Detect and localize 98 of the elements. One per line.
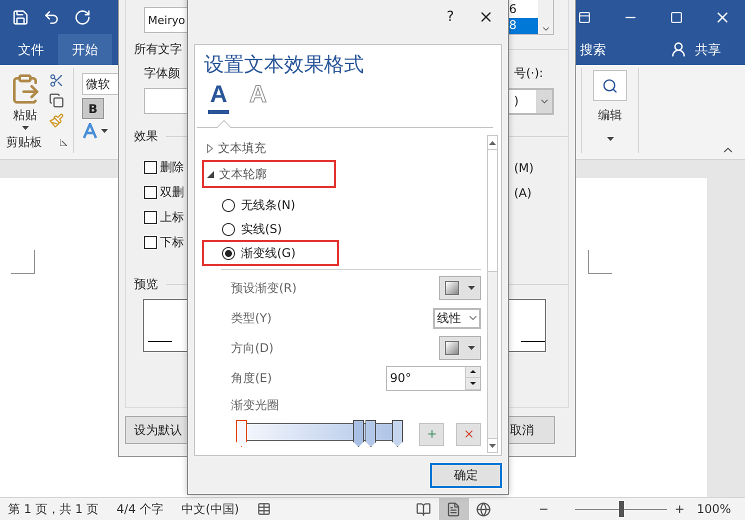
ok-button[interactable]: 确定	[430, 462, 502, 488]
checkbox-label: 删除	[160, 159, 184, 176]
type-select[interactable]: 线性	[433, 308, 481, 328]
paste-button[interactable]: 粘贴	[13, 107, 37, 124]
maximize-icon[interactable]	[670, 10, 682, 24]
baseline-mark	[148, 341, 172, 342]
zoom-percent[interactable]: 100%	[696, 502, 731, 516]
gradient-bar[interactable]	[235, 420, 403, 448]
spin-down-button[interactable]	[466, 378, 480, 390]
ribbon-display-icon[interactable]	[578, 10, 590, 24]
search-hint[interactable]: 搜索	[580, 40, 606, 58]
text-effects-icon[interactable]	[82, 123, 98, 139]
redo-icon[interactable]	[74, 8, 91, 26]
gradient-dropdown-button[interactable]	[439, 336, 481, 360]
radio-button[interactable]	[222, 222, 235, 236]
gradient-stop[interactable]	[365, 420, 376, 447]
remove-stop-button[interactable]	[456, 422, 481, 446]
property-label: 角度(E)	[231, 370, 272, 386]
scroll-up-button[interactable]	[488, 136, 497, 150]
ribbon-tab[interactable]: 开始	[58, 34, 112, 65]
zoom-slider[interactable]	[574, 501, 667, 517]
add-stop-button[interactable]	[419, 422, 444, 446]
section-label: 效果	[134, 128, 158, 144]
radio-button[interactable]	[222, 198, 235, 212]
baseline-mark	[521, 341, 545, 342]
scroll-down-button[interactable]	[488, 438, 497, 452]
checkbox[interactable]	[144, 161, 157, 174]
property-label: 类型(Y)	[231, 310, 272, 326]
radio-button[interactable]	[222, 246, 235, 260]
radio-option[interactable]: 无线条(N)	[203, 193, 338, 217]
editing-label[interactable]: 编辑	[598, 107, 622, 124]
web-layout-icon	[476, 502, 492, 516]
expanded-triangle-icon	[207, 170, 214, 178]
gradient-stop[interactable]	[236, 420, 247, 447]
view-button[interactable]	[438, 498, 469, 520]
field-label: 字体颜	[144, 64, 180, 82]
gradient-dropdown-button[interactable]	[439, 276, 481, 300]
pane-title: 设置文本效果格式	[203, 51, 365, 78]
macro-icon[interactable]	[257, 502, 272, 516]
zoom-slider-thumb[interactable]	[618, 501, 624, 517]
checkbox-label: 双删	[160, 184, 184, 201]
word-count[interactable]: 4/4 个字	[116, 500, 164, 518]
angle-spin-field[interactable]: 90°	[386, 366, 481, 390]
checkbox[interactable]	[144, 211, 157, 224]
zoom-out-button[interactable]: −	[538, 502, 549, 516]
scroll-thumb[interactable]	[488, 150, 497, 272]
search-icon	[602, 78, 618, 94]
save-icon[interactable]	[12, 8, 29, 26]
read-mode-icon	[416, 502, 432, 516]
collapsed-triangle-icon	[207, 144, 213, 152]
spin-up-button[interactable]	[466, 366, 480, 378]
font-field[interactable]: Meiryo	[144, 7, 188, 33]
up-arrow-icon	[470, 370, 476, 374]
field-label: 号(·):	[514, 64, 544, 82]
corner-mark	[11, 250, 35, 274]
group-label: 剪贴板	[6, 134, 42, 151]
checkbox-label: 上标	[160, 209, 184, 226]
font-color-field[interactable]	[144, 88, 188, 114]
up-arrow-icon	[489, 140, 496, 144]
section-label: 所有文字	[134, 40, 182, 58]
share-button[interactable]: 共享	[695, 40, 721, 58]
checkbox[interactable]	[144, 236, 157, 249]
caret-icon	[101, 129, 108, 133]
cut-icon[interactable]	[49, 73, 64, 88]
help-button[interactable]: ?	[446, 9, 454, 25]
checkbox-label: (A)	[514, 186, 532, 200]
bold-button[interactable]: B	[82, 98, 104, 119]
page-count[interactable]: 第 1 页，共 1 页	[8, 500, 99, 518]
gradient-stop[interactable]	[392, 420, 403, 447]
gradient-stop[interactable]	[353, 420, 364, 447]
caret-icon	[22, 126, 28, 130]
caret-icon	[606, 137, 614, 141]
section-label: 预览	[134, 276, 158, 293]
property-label: 方向(D)	[231, 340, 274, 356]
section-header[interactable]: 文本轮廓	[203, 161, 335, 187]
text-fill-tab[interactable]: A	[208, 82, 230, 114]
dialog-launcher-icon[interactable]	[60, 139, 67, 146]
undo-icon[interactable]	[43, 8, 60, 26]
print-layout-icon	[446, 502, 462, 516]
copy-icon[interactable]	[49, 93, 64, 108]
down-arrow-icon	[470, 382, 476, 385]
plus-icon	[426, 428, 438, 440]
find-button[interactable]	[593, 70, 627, 101]
language-status[interactable]: 中文(中国)	[182, 500, 240, 518]
down-arrow-icon	[489, 444, 496, 448]
radio-option[interactable]: 渐变线(G)	[203, 241, 338, 265]
checkbox-label: (M)	[514, 160, 534, 174]
corner-mark	[588, 250, 612, 274]
section-header[interactable]: 文本填充	[203, 135, 335, 161]
checkbox[interactable]	[144, 186, 157, 199]
property-label: 预设渐变(R)	[231, 280, 297, 296]
property-label: 渐变光圈	[231, 398, 279, 412]
zoom-in-button[interactable]: +	[674, 502, 685, 516]
x-icon	[462, 428, 474, 440]
checkbox-label: 下标	[160, 234, 184, 251]
caret-icon	[468, 346, 476, 350]
radio-option[interactable]: 实线(S)	[203, 217, 338, 241]
ribbon-tab[interactable]: 文件	[4, 34, 58, 65]
